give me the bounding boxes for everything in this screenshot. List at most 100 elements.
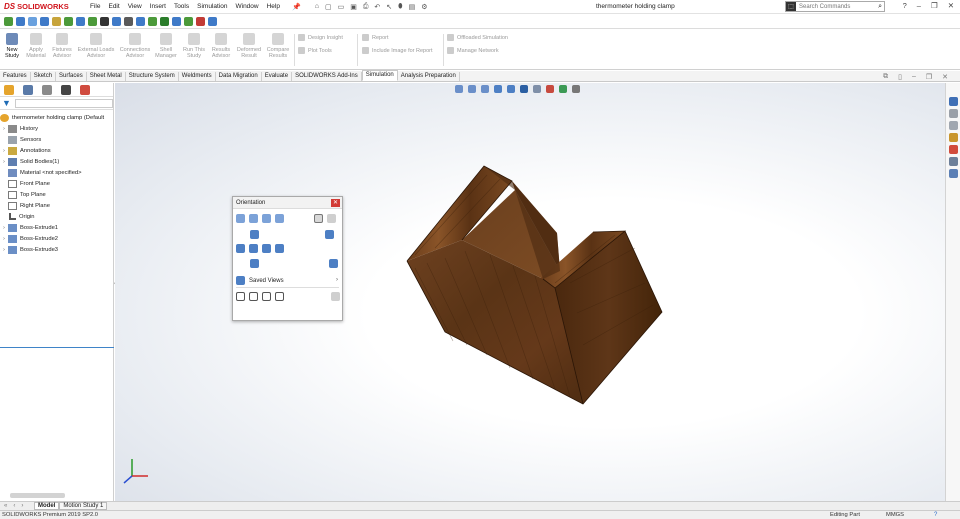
four-view-icon[interactable]: [275, 292, 284, 301]
dimxpert-tab-icon[interactable]: [61, 84, 71, 95]
design-library-icon[interactable]: [948, 109, 958, 118]
left-view-icon[interactable]: [236, 244, 245, 253]
tab-solidworks-addins[interactable]: SOLIDWORKS Add-Ins: [292, 72, 362, 81]
report-button[interactable]: Report: [362, 34, 389, 41]
expand-icon[interactable]: ›: [0, 247, 8, 253]
unit-system[interactable]: MMGS: [886, 512, 904, 518]
menu-simulation[interactable]: Simulation: [197, 3, 227, 10]
tree-node-solid-bodies[interactable]: › Solid Bodies(1): [0, 156, 113, 167]
solidworks-logo[interactable]: DS SOLIDWORKS: [0, 2, 80, 11]
search-icon[interactable]: ⌕: [878, 3, 884, 11]
close-icon[interactable]: ✕: [331, 199, 340, 207]
external-loads-button[interactable]: External Loads Advisor: [76, 33, 116, 59]
two-view-horizontal-icon[interactable]: [249, 292, 258, 301]
tab-evaluate[interactable]: Evaluate: [262, 72, 293, 81]
tree-node-annotations[interactable]: › Annotations: [0, 145, 113, 156]
menu-help[interactable]: Help: [267, 3, 280, 10]
right-view-icon[interactable]: [262, 244, 271, 253]
open-icon[interactable]: ▭: [338, 3, 345, 11]
apply-material-button[interactable]: Apply Material: [24, 33, 48, 59]
mass-properties-icon[interactable]: [112, 16, 121, 26]
tab-analysis-preparation[interactable]: Analysis Preparation: [398, 72, 460, 81]
pin-dialog-icon[interactable]: [327, 214, 336, 223]
first-tab-icon[interactable]: «: [4, 503, 7, 509]
zoom-icon[interactable]: [40, 16, 49, 26]
new-document-icon[interactable]: ▢: [325, 3, 332, 11]
tree-node-front-plane[interactable]: Front Plane: [0, 178, 113, 189]
print-icon[interactable]: ⎙: [363, 3, 369, 11]
sketch-icon[interactable]: [4, 16, 13, 26]
isometric-icon[interactable]: [325, 230, 334, 239]
configuration-manager-tab-icon[interactable]: [42, 84, 52, 95]
connections-advisor-button[interactable]: Connections Advisor: [118, 33, 152, 59]
tree-root[interactable]: thermometer holding clamp (Default: [0, 112, 113, 123]
compare-results-button[interactable]: Compare Results: [265, 33, 291, 59]
restore-view-icon[interactable]: ❐: [926, 73, 932, 81]
appearance-icon[interactable]: [172, 16, 181, 26]
tab-data-migration[interactable]: Data Migration: [216, 72, 262, 81]
file-properties-icon[interactable]: ▤: [409, 3, 416, 11]
feature-manager-tab-icon[interactable]: [4, 84, 14, 95]
display-manager-tab-icon[interactable]: [80, 84, 90, 95]
plot-tools-button[interactable]: Plot Tools: [298, 47, 332, 54]
macro-icon[interactable]: [148, 16, 157, 26]
update-view-icon[interactable]: [262, 214, 271, 223]
menu-view[interactable]: View: [128, 3, 142, 10]
saved-views[interactable]: Saved Views: [236, 276, 284, 285]
search-commands[interactable]: ⬚ Search Commands ⌕: [785, 1, 885, 12]
two-view-vertical-icon[interactable]: [262, 292, 271, 301]
deformed-result-button[interactable]: Deformed Result: [235, 33, 263, 59]
tile-icon[interactable]: ⧉: [883, 73, 888, 81]
bottom-view-icon[interactable]: [250, 259, 259, 268]
view-palette-icon[interactable]: [948, 133, 958, 142]
hide-show-icon[interactable]: [76, 16, 85, 26]
view-selector-toggle[interactable]: [314, 214, 323, 223]
tab-sheet-metal[interactable]: Sheet Metal: [87, 72, 126, 81]
shell-manager-button[interactable]: Shell Manager: [154, 33, 178, 59]
help-icon[interactable]: ?: [934, 512, 937, 518]
maximize-view-icon[interactable]: ▯: [898, 73, 902, 81]
design-insight-button[interactable]: Design Insight: [298, 34, 343, 41]
single-view-icon[interactable]: [236, 292, 245, 301]
search-input[interactable]: Search Commands: [796, 4, 878, 10]
tree-node-top-plane[interactable]: Top Plane: [0, 189, 113, 200]
horizontal-scrollbar[interactable]: [10, 493, 65, 498]
chevron-right-icon[interactable]: ›: [336, 277, 338, 283]
close-button[interactable]: ✕: [948, 1, 954, 10]
front-view-icon[interactable]: [249, 244, 258, 253]
appearances-icon[interactable]: [948, 145, 958, 154]
back-view-icon[interactable]: [275, 244, 284, 253]
section-view-icon[interactable]: [88, 16, 97, 26]
custom-properties-icon[interactable]: [948, 157, 958, 166]
top-view-icon[interactable]: [250, 230, 259, 239]
search-scope-icon[interactable]: ⬚: [786, 2, 796, 11]
tab-model[interactable]: Model: [34, 502, 60, 510]
settings-icon[interactable]: [208, 16, 217, 26]
manage-network-button[interactable]: Manage Network: [447, 47, 499, 54]
menu-edit[interactable]: Edit: [108, 3, 119, 10]
menu-window[interactable]: Window: [235, 3, 258, 10]
tab-motion-study-1[interactable]: Motion Study 1: [59, 502, 108, 510]
sum-icon[interactable]: [100, 16, 109, 26]
rebuild-icon[interactable]: ⬮: [398, 3, 402, 11]
expand-icon[interactable]: ›: [0, 148, 8, 154]
solidworks-resources-icon[interactable]: [948, 97, 958, 106]
menu-insert[interactable]: Insert: [150, 3, 166, 10]
table-icon[interactable]: [124, 16, 133, 26]
fixtures-advisor-button[interactable]: Fixtures Advisor: [50, 33, 74, 59]
display-icon[interactable]: [64, 16, 73, 26]
view-icon[interactable]: [28, 16, 37, 26]
view-selector-icon[interactable]: [236, 214, 245, 223]
minimize-view-icon[interactable]: –: [912, 73, 916, 81]
tree-node-sensors[interactable]: Sensors: [0, 134, 113, 145]
new-study-button[interactable]: New Study: [3, 33, 21, 59]
tab-structure-system[interactable]: Structure System: [126, 72, 179, 81]
chart-icon[interactable]: [136, 16, 145, 26]
tab-simulation[interactable]: Simulation: [361, 70, 398, 81]
filter-input[interactable]: [14, 98, 113, 108]
rollback-bar[interactable]: [0, 347, 114, 348]
expand-icon[interactable]: ›: [0, 236, 8, 242]
tree-node-boss-extrude1[interactable]: › Boss-Extrude1: [0, 222, 113, 233]
tree-node-material[interactable]: Material <not specified>: [0, 167, 113, 178]
close-view-icon[interactable]: ✕: [942, 73, 948, 81]
